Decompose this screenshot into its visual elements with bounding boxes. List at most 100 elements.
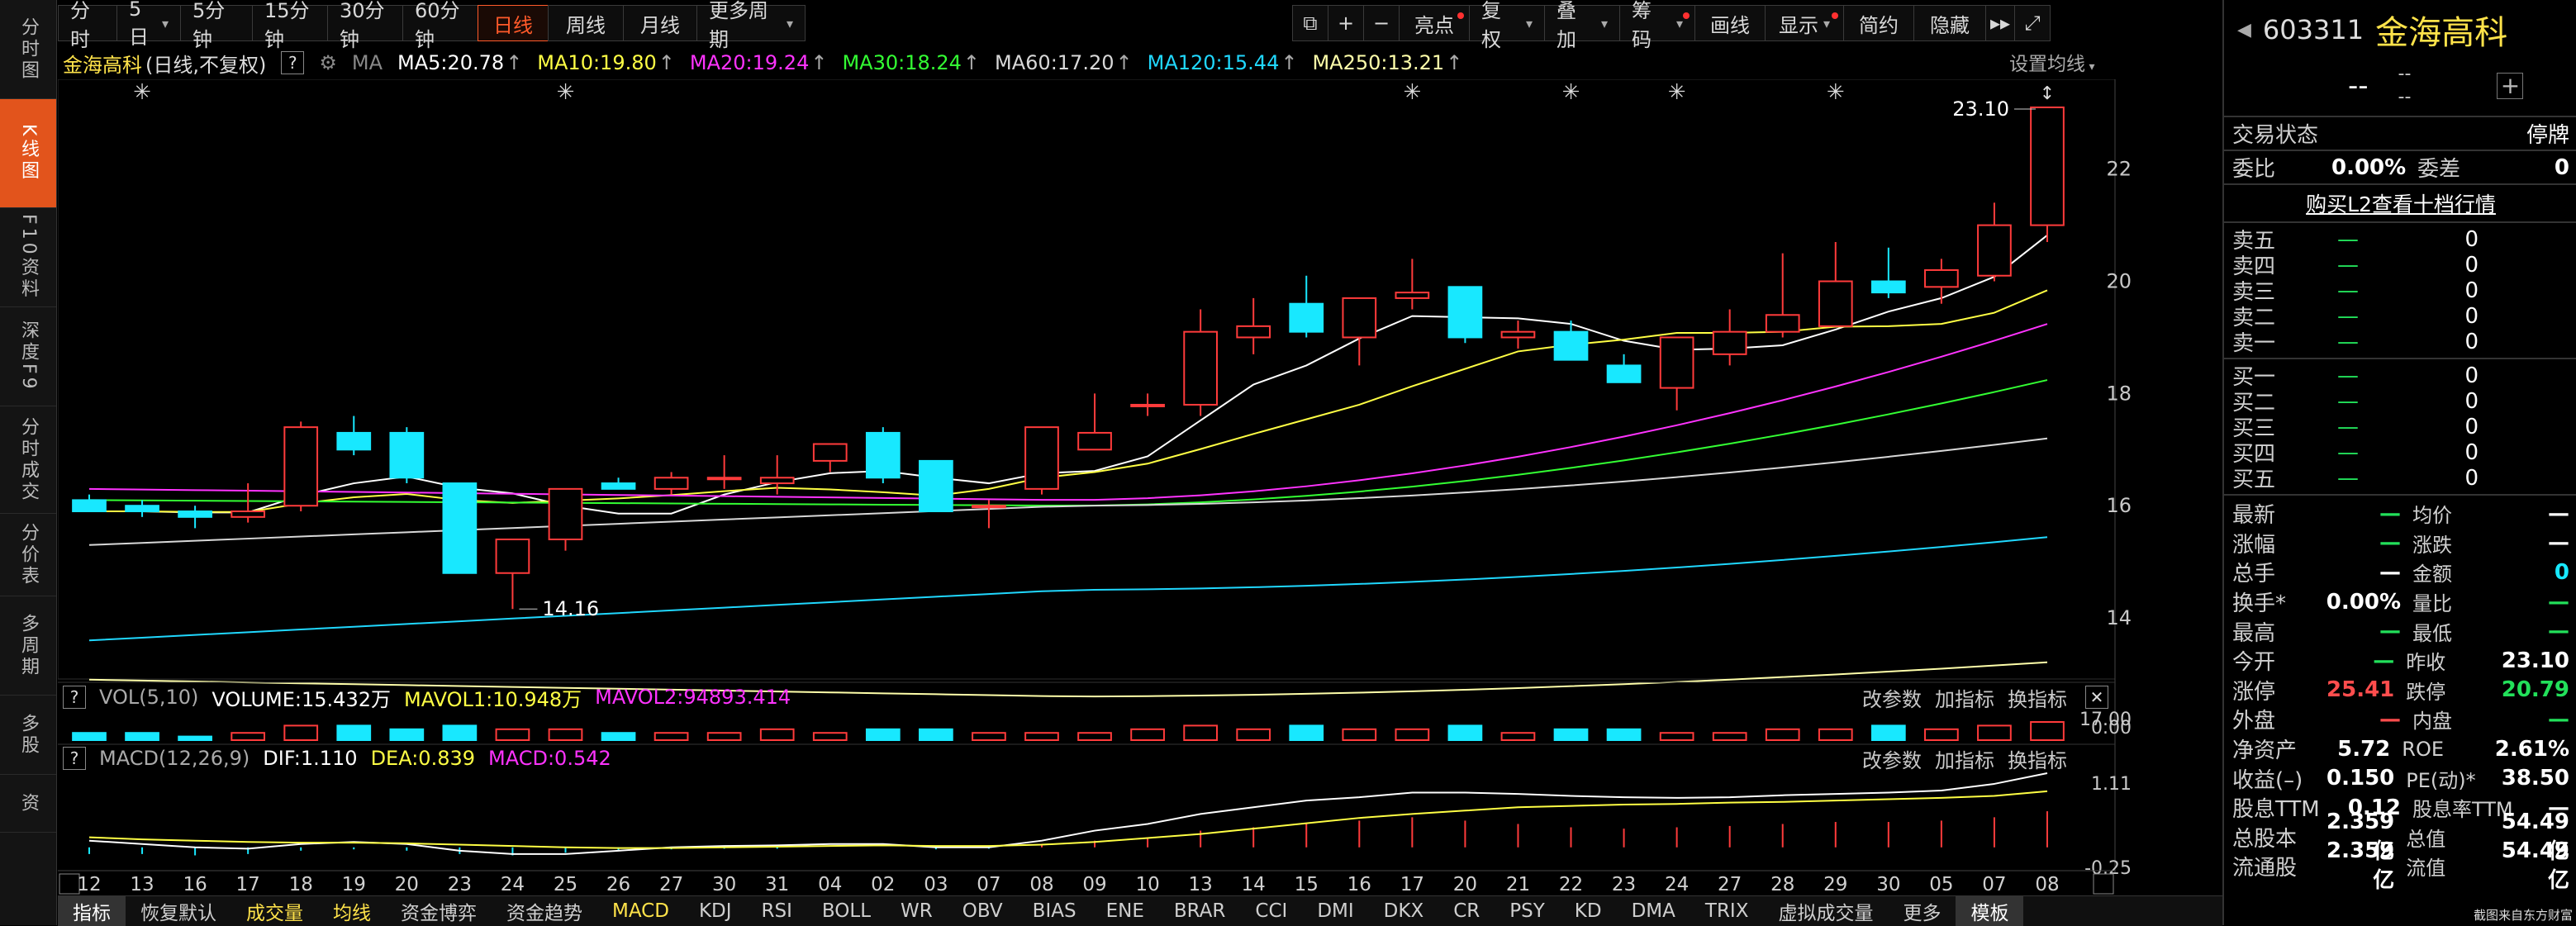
- candle-body: [706, 477, 742, 481]
- period-tab-6[interactable]: 日线: [478, 5, 549, 41]
- period-tab-9[interactable]: 更多周期: [696, 0, 806, 51]
- period-tab-7[interactable]: 周线: [548, 5, 624, 41]
- indicator-tab-6[interactable]: MACD: [597, 896, 684, 926]
- indicator-tab-1[interactable]: 恢复默认: [126, 896, 231, 926]
- indicator-tab-0[interactable]: 指标: [58, 896, 126, 926]
- macd-help-icon[interactable]: ?: [63, 747, 86, 770]
- stat-label: 收益(–): [2232, 767, 2303, 793]
- period-tab-4[interactable]: 30分钟: [327, 0, 403, 51]
- vol-add-indicator-button[interactable]: 加指标: [1935, 683, 1994, 712]
- macd-add-indicator-button[interactable]: 加指标: [1935, 744, 1994, 773]
- set-ma-button[interactable]: 设置均线 ▾: [2009, 48, 2094, 76]
- bid-volume: 0: [2464, 414, 2479, 439]
- event-star-icon[interactable]: ✳: [1403, 80, 1421, 105]
- indicator-tab-19[interactable]: PSY: [1495, 896, 1560, 926]
- indicator-tab-3[interactable]: 均线: [318, 896, 386, 926]
- indicator-tab-9[interactable]: BOLL: [807, 896, 886, 926]
- tool-6[interactable]: 简约: [1843, 5, 1914, 41]
- period-tab-5[interactable]: 60分钟: [402, 0, 478, 51]
- nav-item-6[interactable]: 多周期: [0, 596, 56, 696]
- ma-value-4: MA60:17.20: [995, 51, 1115, 74]
- event-star-icon[interactable]: ✳: [1668, 80, 1686, 105]
- tool-2[interactable]: 叠加: [1544, 0, 1620, 51]
- nav-item-4[interactable]: 分时成交: [0, 406, 56, 514]
- nav-item-8[interactable]: 资: [0, 775, 56, 833]
- indicator-tab-4[interactable]: 资金博弈: [386, 896, 492, 926]
- period-tab-8[interactable]: 月线: [623, 5, 697, 41]
- zoom-out-icon[interactable]: −: [1363, 5, 1400, 41]
- macd-change-params-button[interactable]: 改参数: [1862, 744, 1922, 773]
- ask-label: 卖一: [2232, 331, 2276, 356]
- indicator-tab-24[interactable]: 更多: [1888, 896, 1956, 926]
- indicator-tab-11[interactable]: OBV: [948, 896, 1018, 926]
- period-tab-2[interactable]: 5分钟: [180, 0, 253, 51]
- period-tab-1[interactable]: 5日: [116, 0, 181, 49]
- fast-forward-icon[interactable]: ▸▸: [1985, 5, 2015, 41]
- tool-label-1: 复权: [1481, 0, 1501, 51]
- left-arrow-icon[interactable]: ◀: [2237, 20, 2251, 40]
- help-icon[interactable]: ?: [281, 51, 305, 74]
- event-marker-icon[interactable]: ↕: [2040, 83, 2055, 104]
- macd-swap-indicator-button[interactable]: 换指标: [2008, 744, 2067, 773]
- event-star-icon[interactable]: ✳: [1562, 80, 1580, 105]
- indicator-tab-20[interactable]: KD: [1560, 896, 1617, 926]
- indicator-tab-22[interactable]: TRIX: [1690, 896, 1764, 926]
- volume-bar: [601, 732, 636, 742]
- indicator-tab-21[interactable]: DMA: [1617, 896, 1690, 926]
- fullscreen-icon[interactable]: ⤢: [2014, 5, 2051, 41]
- price-tick-label: 18: [2106, 382, 2132, 405]
- period-tab-3[interactable]: 15分钟: [252, 0, 328, 51]
- nav-item-2[interactable]: F10资料: [0, 208, 56, 307]
- tool-1[interactable]: 复权: [1469, 0, 1545, 51]
- tool-3[interactable]: 筹码: [1619, 0, 1695, 51]
- zoom-in-icon[interactable]: +: [1328, 5, 1364, 41]
- buy-l2-link[interactable]: 购买L2查看十档行情: [2306, 188, 2496, 218]
- ask-price: —: [2337, 303, 2359, 329]
- tool-0[interactable]: 亮点: [1399, 5, 1470, 41]
- indicator-tab-12[interactable]: BIAS: [1018, 896, 1091, 926]
- gear-icon[interactable]: ⚙: [319, 51, 337, 74]
- indicator-tab-23[interactable]: 虚拟成交量: [1763, 896, 1888, 926]
- indicator-tab-14[interactable]: BRAR: [1159, 896, 1241, 926]
- period-tab-0[interactable]: 分时: [58, 0, 117, 51]
- nav-item-5[interactable]: 分价表: [0, 514, 56, 596]
- stat-label: 换手*: [2232, 591, 2287, 617]
- indicator-tab-7[interactable]: KDJ: [684, 896, 747, 926]
- indicator-tab-17[interactable]: DKX: [1369, 896, 1439, 926]
- tool-4[interactable]: 画线: [1694, 5, 1766, 41]
- vol-help-icon[interactable]: ?: [63, 686, 86, 709]
- event-star-icon[interactable]: ✳: [133, 80, 151, 105]
- event-star-icon[interactable]: ✳: [1827, 80, 1845, 105]
- vol-change-params-button[interactable]: 改参数: [1862, 683, 1922, 712]
- close-icon[interactable]: ✕: [2085, 686, 2108, 709]
- nav-item-0[interactable]: 分时图: [0, 0, 56, 99]
- tool-5[interactable]: 显示: [1765, 5, 1844, 41]
- volume-bar: [972, 732, 1006, 742]
- indicator-tab-18[interactable]: CR: [1438, 896, 1495, 926]
- stat-row: 涨停 25.41 跌停 20.79: [2224, 676, 2576, 705]
- price-change: --: [2398, 64, 2412, 84]
- bid-row: 买三 —0: [2224, 414, 2576, 442]
- indicator-tab-13[interactable]: ENE: [1091, 896, 1159, 926]
- nav-item-7[interactable]: 多股: [0, 696, 56, 775]
- date-tick-label: 08: [2035, 874, 2059, 895]
- tool-7[interactable]: 隐藏: [1913, 5, 1986, 41]
- add-watchlist-icon[interactable]: +: [2497, 73, 2524, 99]
- candle-body: [283, 426, 319, 507]
- indicator-tab-5[interactable]: 资金趋势: [492, 896, 597, 926]
- nav-item-1[interactable]: K线图: [0, 99, 56, 208]
- bid-volume: 0: [2464, 439, 2479, 465]
- vol-swap-indicator-button[interactable]: 换指标: [2008, 683, 2067, 712]
- indicator-tab-10[interactable]: WR: [886, 896, 948, 926]
- indicator-tab-8[interactable]: RSI: [747, 896, 807, 926]
- indicator-tab-15[interactable]: CCI: [1240, 896, 1302, 926]
- ask-row: 卖一 — 0: [2224, 329, 2576, 357]
- indicator-tab-16[interactable]: DMI: [1302, 896, 1368, 926]
- indicator-tab-2[interactable]: 成交量: [231, 896, 318, 926]
- macd-label: MACD(12,26,9): [99, 747, 250, 770]
- up-arrow-icon: ↑: [1446, 51, 1463, 74]
- copy-icon[interactable]: ⧉: [1292, 5, 1328, 41]
- event-star-icon[interactable]: ✳: [557, 80, 575, 105]
- nav-item-3[interactable]: 深度F9: [0, 307, 56, 406]
- indicator-tab-25[interactable]: 模板: [1956, 896, 2024, 926]
